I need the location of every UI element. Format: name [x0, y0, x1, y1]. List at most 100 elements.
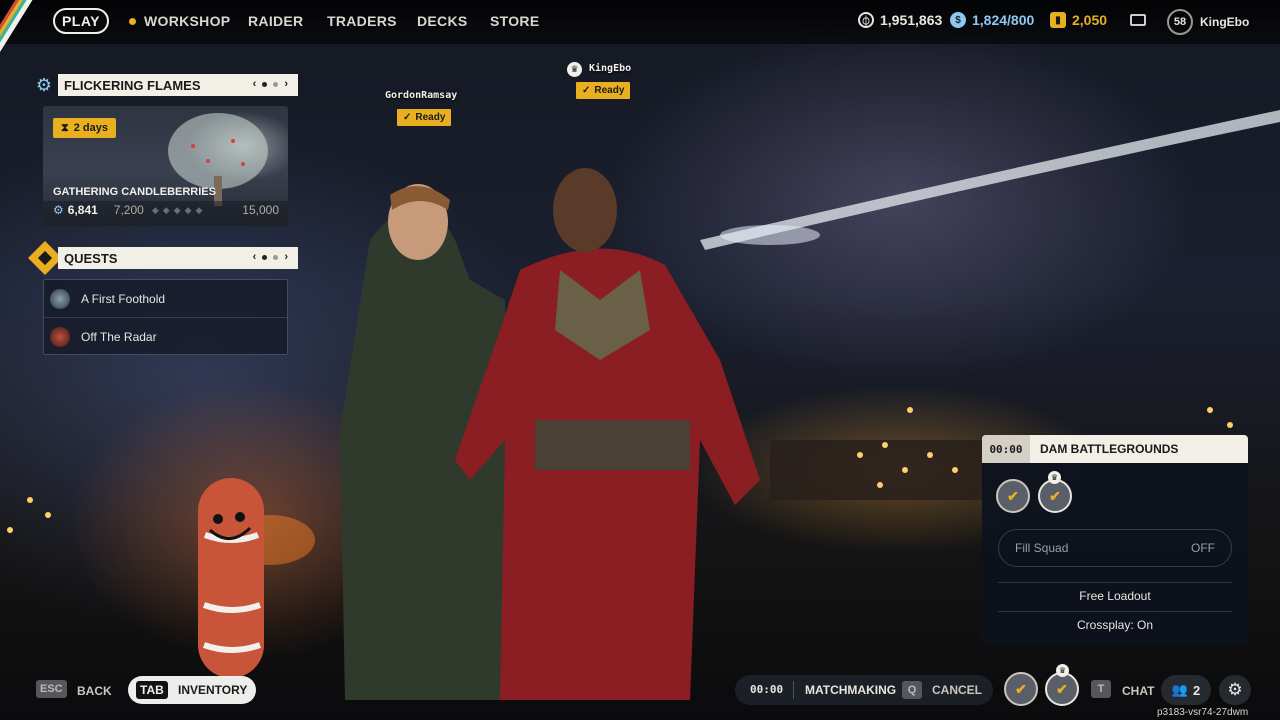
- event-gear-small-icon: ⚙: [53, 203, 64, 217]
- squad-panel: 00:00 DAM BATTLEGROUNDS ✔ ✔ ♛ Fill Squad…: [982, 435, 1248, 645]
- ready-status-badge: ✓ Ready: [397, 109, 452, 126]
- nav-workshop[interactable]: WORKSHOP: [129, 13, 230, 29]
- nav-workshop-label: WORKSHOP: [144, 13, 231, 29]
- coins-balance: ⏀ 1,951,863: [858, 12, 942, 28]
- raider-token-icon: $: [950, 12, 966, 28]
- chat-button[interactable]: CHAT: [1122, 684, 1154, 698]
- free-loadout-option[interactable]: Free Loadout: [998, 589, 1232, 603]
- map-name: DAM BATTLEGROUNDS: [1040, 442, 1179, 456]
- ready-status-badge: ✓ Ready: [576, 82, 631, 99]
- quests-panel-header: QUESTS ‹ ›: [58, 247, 298, 269]
- event-milestone-mid: 7,200: [113, 203, 144, 217]
- back-button[interactable]: BACK: [77, 684, 112, 698]
- event-milestone-end: 15,000: [242, 203, 279, 217]
- nav-traders[interactable]: TRADERS: [327, 13, 397, 29]
- q-key-hint: Q: [902, 681, 922, 699]
- quest-giver-avatar: [50, 327, 70, 347]
- profile-username[interactable]: KingEbo: [1200, 15, 1249, 29]
- divider: [793, 681, 794, 699]
- pager-dot-active[interactable]: [262, 254, 268, 260]
- pager-dot-active[interactable]: [262, 81, 268, 87]
- ready-label: Ready: [594, 85, 625, 96]
- fill-squad-toggle[interactable]: Fill Squad OFF: [998, 529, 1232, 567]
- nav-decks[interactable]: DECKS: [417, 13, 468, 29]
- squad-leader-avatar[interactable]: ✔: [1038, 479, 1072, 513]
- inventory-button[interactable]: TAB INVENTORY: [128, 676, 256, 704]
- event-panel-header: FLICKERING FLAMES ‹ ›: [58, 74, 298, 96]
- credits-balance: ▮ 2,050: [1050, 12, 1107, 28]
- mail-icon[interactable]: [1130, 14, 1146, 26]
- check-icon: ✓: [403, 112, 412, 123]
- friends-count: 2: [1192, 682, 1201, 698]
- esc-key-hint: ESC: [36, 680, 67, 698]
- quest-label: Off The Radar: [81, 330, 157, 344]
- credits-icon: ▮: [1050, 12, 1066, 28]
- event-timer-badge: ⧗ 2 days: [53, 118, 116, 138]
- raider-tokens-balance: $ 1,824/800: [950, 12, 1034, 28]
- event-milestone-dots: ◆◆◆◆◆: [151, 204, 207, 215]
- event-card[interactable]: ⧗ 2 days GATHERING CANDLEBERRIES ⚙ 6,841…: [43, 106, 288, 226]
- matchmaking-timer: 00:00: [750, 683, 784, 696]
- party-leader-crown-icon: ♛: [1056, 664, 1069, 677]
- build-version: p3183-vsr74-27dwm: [1157, 707, 1249, 718]
- party-leader-crown-icon: ♛: [567, 62, 582, 77]
- event-progress: ⚙ 6,841 7,200 ◆◆◆◆◆ 15,000: [53, 203, 279, 217]
- credits-value: 2,050: [1072, 12, 1108, 28]
- brand-stripes: [0, 0, 38, 52]
- quests-pager: ‹ ›: [253, 251, 288, 263]
- notification-dot-icon: [129, 18, 136, 25]
- raider-tokens-value: 1,824/800: [972, 12, 1035, 28]
- hourglass-icon: ⧗: [61, 121, 69, 134]
- nav-raider[interactable]: RAIDER: [248, 13, 303, 29]
- cancel-button[interactable]: CANCEL: [932, 683, 982, 697]
- quest-item[interactable]: A First Foothold: [44, 280, 287, 318]
- event-pager: ‹ ›: [253, 78, 288, 90]
- pager-next-icon[interactable]: ›: [284, 251, 288, 263]
- squad-header: 00:00 DAM BATTLEGROUNDS: [982, 435, 1248, 463]
- event-progress-value: 6,841: [67, 203, 98, 217]
- matchmaking-label: MATCHMAKING: [805, 683, 897, 697]
- ready-label: Ready: [415, 112, 446, 123]
- event-panel-title: FLICKERING FLAMES: [64, 77, 201, 93]
- quests-diamond-icon: [28, 241, 62, 275]
- settings-gear-icon[interactable]: ⚙: [1219, 675, 1251, 705]
- pager-prev-icon[interactable]: ‹: [253, 78, 257, 90]
- divider: [998, 611, 1232, 612]
- crossplay-status[interactable]: Crossplay: On: [998, 618, 1232, 632]
- party-leader-avatar[interactable]: ✔: [1045, 672, 1079, 706]
- quest-item[interactable]: Off The Radar: [44, 318, 287, 356]
- nav-store[interactable]: STORE: [490, 13, 539, 29]
- quests-panel-title: QUESTS: [64, 250, 118, 266]
- quest-label: A First Foothold: [81, 291, 166, 306]
- pager-prev-icon[interactable]: ‹: [253, 251, 257, 263]
- quest-giver-avatar: [50, 288, 70, 309]
- event-gear-icon: ⚙: [35, 75, 53, 95]
- play-button[interactable]: PLAY: [53, 8, 109, 34]
- party-leader-crown-icon: ♛: [1048, 471, 1061, 484]
- player-name-tag: GordonRamsay: [385, 90, 458, 101]
- fill-squad-value: OFF: [1191, 541, 1215, 555]
- pager-dot[interactable]: [273, 81, 279, 87]
- friends-button[interactable]: 👥 2: [1161, 675, 1211, 705]
- coin-icon: ⏀: [858, 12, 874, 28]
- pager-dot[interactable]: [273, 254, 279, 260]
- player-name-tag: KingEbo: [589, 63, 632, 74]
- matchmaking-bar: 00:00 MATCHMAKING Q CANCEL: [735, 675, 993, 705]
- inventory-label: INVENTORY: [178, 683, 248, 697]
- event-title: GATHERING CANDLEBERRIES: [53, 186, 216, 198]
- coins-value: 1,951,863: [880, 12, 943, 28]
- check-icon: ✓: [582, 85, 591, 96]
- squad-timer: 00:00: [982, 435, 1030, 463]
- t-key-hint: T: [1091, 680, 1111, 698]
- pager-next-icon[interactable]: ›: [284, 78, 288, 90]
- top-nav-bar: PLAY WORKSHOP RAIDER TRADERS DECKS STORE…: [0, 0, 1280, 52]
- quest-list: A First Foothold Off The Radar: [43, 279, 288, 355]
- fill-squad-label: Fill Squad: [1015, 541, 1069, 555]
- event-days-left: 2 days: [73, 122, 108, 134]
- player-level-badge[interactable]: 58: [1167, 9, 1193, 35]
- tab-key-hint: TAB: [136, 681, 168, 699]
- squad-member-avatar[interactable]: ✔: [996, 479, 1030, 513]
- party-member-avatar[interactable]: ✔: [1004, 672, 1038, 706]
- friends-icon: 👥: [1171, 682, 1188, 697]
- divider: [998, 582, 1232, 583]
